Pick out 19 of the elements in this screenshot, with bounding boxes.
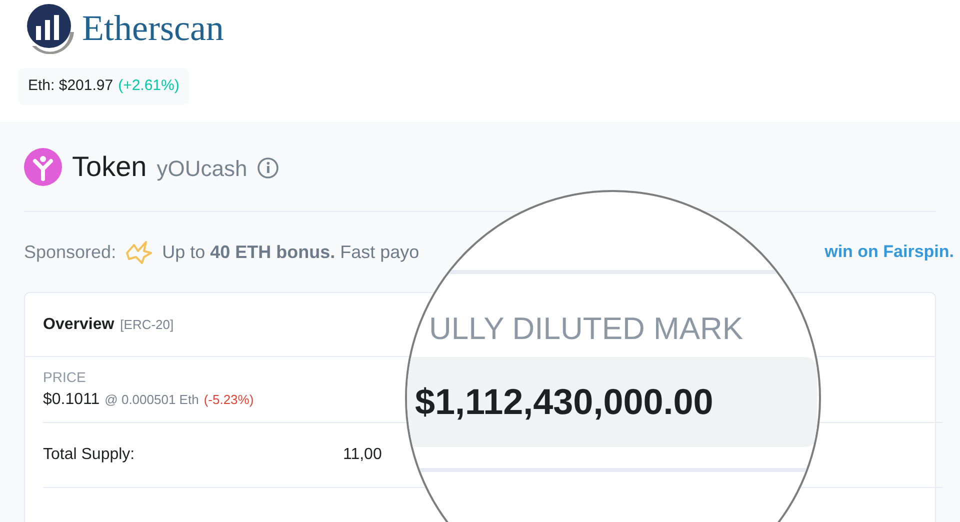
row-label: Total Supply: [43, 445, 136, 465]
eth-rate: @ 0.000501 Eth [104, 391, 199, 409]
token-standard: [ERC-20] [120, 316, 174, 334]
price-change: (-5.23%) [204, 391, 254, 409]
row-value: 11,00 [343, 445, 382, 465]
token-price: $0.1011 [43, 390, 100, 410]
magnified-label: ULLY DILUTED MARK [429, 310, 744, 348]
card-title: Overview [43, 314, 114, 334]
sponsored-text: Up to 40 ETH bonus. Fast payo [162, 240, 420, 264]
token-logo-icon [24, 148, 62, 186]
price-label: PRICE [43, 368, 87, 387]
sponsored-label: Sponsored: [24, 240, 116, 264]
price-change: (+2.61%) [118, 76, 180, 96]
eth-price: Eth: $201.97 [28, 76, 114, 96]
token-name: yOUcash [156, 155, 248, 183]
page-title: Token [72, 150, 147, 184]
magnified-value: $1,112,430,000.00 [415, 380, 714, 424]
brand-name[interactable]: Etherscan [82, 10, 224, 46]
info-icon[interactable] [257, 156, 280, 178]
